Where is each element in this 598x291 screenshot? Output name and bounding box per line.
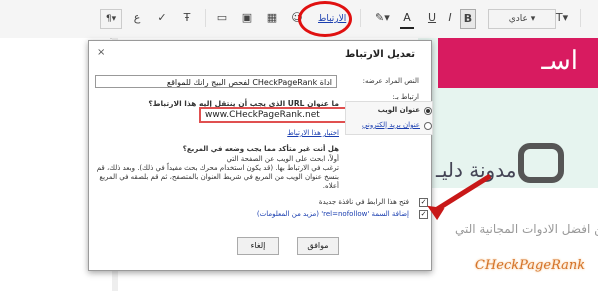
clear-format-icon[interactable]: Ŧ xyxy=(180,9,194,27)
banner-logo-shape xyxy=(518,143,564,183)
ok-button[interactable]: موافق xyxy=(297,237,339,255)
text-color-button[interactable]: A xyxy=(400,9,414,29)
bold-button[interactable]: B xyxy=(460,9,476,29)
separator xyxy=(360,9,361,27)
rtl-button[interactable]: ¶▾ xyxy=(100,9,122,29)
test-link[interactable]: اختبار هذا الارتباط xyxy=(287,129,339,137)
dialog-title: تعديل الارتباط xyxy=(345,49,415,60)
cancel-button[interactable]: إلغاء xyxy=(237,237,279,255)
translit-icon[interactable]: ع xyxy=(130,9,144,27)
toolbar: عادي ▾ T▾ B I U A ✎▾ الارتباط ☺ ▦ ▣ ▭ Ŧ … xyxy=(0,0,598,39)
help-line-3: بنسخ عنوان الويب من المربع في شريط العنو… xyxy=(99,173,339,181)
font-size-icon[interactable]: T▾ xyxy=(555,9,569,27)
video-icon[interactable]: ▣ xyxy=(240,9,254,27)
editor-text-line: من افضل الادوات المجانية التي xyxy=(455,222,598,236)
help-line-2: ترغب في الارتباط بها. (قد يكون استخدام م… xyxy=(96,164,339,172)
help-title: هل أنت غير متأكد مما يجب وضعه في المربع؟ xyxy=(182,145,339,153)
display-text-field[interactable]: اداة CHeckPageRank لفحص البيج رانك للموا… xyxy=(95,75,337,88)
separator xyxy=(580,9,581,27)
font-select[interactable]: عادي ▾ xyxy=(488,9,556,29)
spell-check-icon[interactable]: ✓ xyxy=(155,9,169,27)
watermark-text: CHeckPageRank xyxy=(475,258,586,273)
nofollow-label[interactable]: إضافة السمة 'rel=nofollow' (مزيد من المع… xyxy=(257,210,409,218)
email-label[interactable]: عنوان بريد إلكتروني xyxy=(362,121,420,129)
jump-break-icon[interactable]: ▭ xyxy=(215,9,229,27)
image-icon[interactable]: ▦ xyxy=(265,9,279,27)
web-address-label: عنوان الويب xyxy=(377,106,420,114)
link-type-options: عنوان الويب عنوان بريد إلكتروني xyxy=(345,101,433,135)
help-line-4: أعلاه. xyxy=(322,182,339,190)
help-line-1: أولاً، ابحث على الويب عن الصفحة التي xyxy=(226,155,339,163)
banner-title: اسـ xyxy=(541,46,578,76)
underline-button[interactable]: U xyxy=(425,9,439,27)
edit-link-dialog: تعديل الارتباط × النص المراد عرضه: اداة … xyxy=(88,40,433,271)
web-address-radio[interactable] xyxy=(424,107,432,115)
display-text-label: النص المراد عرضه: xyxy=(362,77,419,85)
highlight-icon[interactable]: ✎▾ xyxy=(375,9,390,27)
close-icon[interactable]: × xyxy=(97,47,105,58)
banner-subtitle: مدونة دليـ xyxy=(436,158,517,182)
post-banner-image: اسـ مدونة دليـ xyxy=(418,38,598,188)
new-window-label: فتح هذا الرابط في نافذة جديدة xyxy=(318,198,409,206)
font-select-label: عادي xyxy=(508,14,528,24)
italic-button[interactable]: I xyxy=(443,9,457,27)
highlight-circle xyxy=(298,1,352,37)
link-to-label: ارتباط بـ: xyxy=(392,93,419,101)
email-radio[interactable] xyxy=(424,122,432,130)
separator xyxy=(205,9,206,27)
